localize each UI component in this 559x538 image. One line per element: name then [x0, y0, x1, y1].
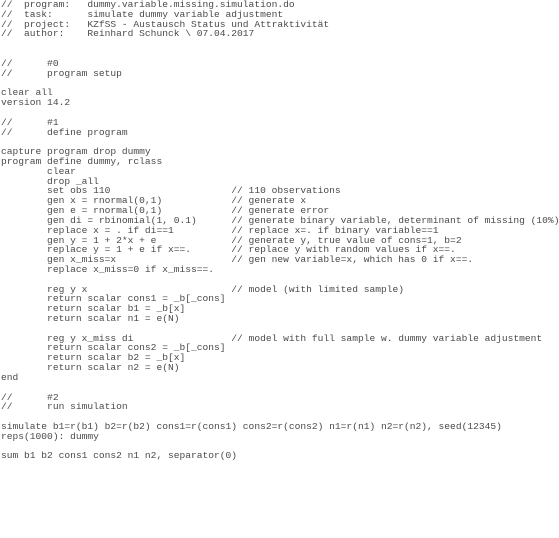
code-line: return scalar n2 = e(N) — [1, 362, 180, 374]
code-line: sum b1 b2 cons1 cons2 n1 n2, separator(0… — [1, 450, 238, 462]
code-line: end — [1, 371, 19, 383]
code-line: return scalar n1 = e(N) — [1, 313, 180, 324]
code-line: replace x_miss=0 if x_miss==. — [1, 263, 215, 275]
code-line: // run simulation — [1, 401, 128, 413]
code-line: clear all — [1, 87, 53, 99]
code-line: // author: Reinhard Schunck \ 07.04.2017 — [1, 28, 255, 40]
code-line: version 14.2 — [1, 97, 71, 109]
code-line: // define program — [1, 126, 128, 138]
code-document: // program: dummy.variable.missing.simul… — [0, 0, 559, 461]
code-line: // program setup — [1, 67, 122, 79]
code-line: reps(1000): dummy — [1, 430, 99, 442]
code-line: program define dummy, rclass — [1, 156, 163, 167]
